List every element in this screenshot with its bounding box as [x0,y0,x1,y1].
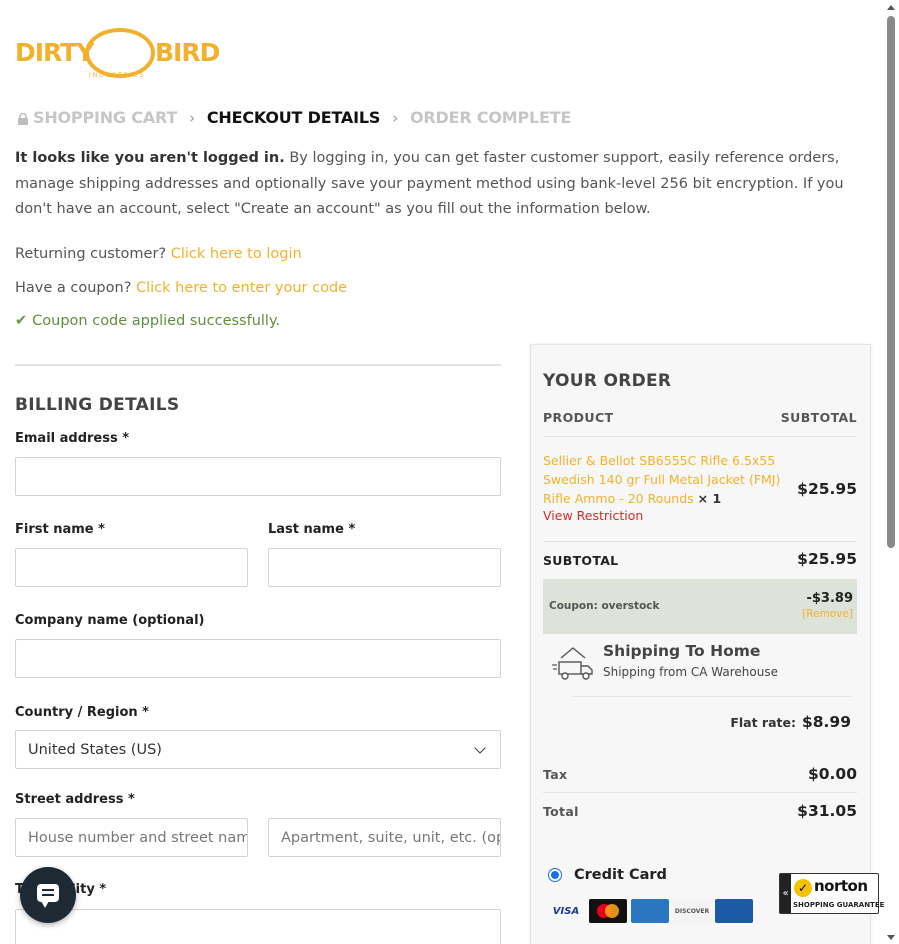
chat-button[interactable] [20,867,76,923]
order-divider [543,792,857,793]
visa-card-icon: VISA [552,905,580,917]
checkout-breadcrumb: SHOPPING CART › CHECKOUT DETAILS › ORDER… [17,108,571,127]
last-name-label: Last name * [268,522,356,537]
country-select-value: United States (US) [28,741,162,758]
street-label: Street address * [15,792,135,807]
flat-rate-row: Flat rate: $8.99 [730,713,851,731]
breadcrumb-order-complete: ORDER COMPLETE [410,108,572,127]
subtotal-column-header: SUBTOTAL [780,410,857,425]
email-field[interactable] [15,457,501,496]
norton-check-icon: ✓ [794,879,812,897]
checkmark-icon: ✔ [15,313,28,329]
order-item: Sellier & Bellot SB6555C Rifle 6.5x55 Sw… [543,451,783,508]
product-column-header: PRODUCT [543,410,614,425]
company-label: Company name (optional) [15,613,205,628]
flat-rate-label: Flat rate: [730,715,796,730]
norton-subtitle: SHOPPING GUARANTEE [793,901,885,909]
breadcrumb-shopping-cart[interactable]: SHOPPING CART [33,108,177,127]
flat-rate-value: $8.99 [801,713,851,731]
street-address-2-placeholder: Apartment, suite, unit, etc. (opti [281,829,501,846]
coupon-prompt-text: Have a coupon? [15,280,136,296]
checkout-page: DIRTY BIRD INDUSTRIES SHOPPING CART › CH… [0,0,884,944]
order-item-quantity: × 1 [697,491,722,506]
breadcrumb-checkout-details[interactable]: CHECKOUT DETAILS [207,108,381,127]
discover-card-icon: DISCOVER [673,899,711,923]
tax-label: Tax [543,767,568,782]
total-value: $31.05 [797,802,857,820]
coupon-success-message: ✔ Coupon code applied successfully. [15,313,280,329]
coupon-row: Coupon: overstock -$3.89 [Remove] [543,579,857,634]
amex-card-icon [631,899,669,923]
shipping-method-subtitle: Shipping from CA Warehouse [603,665,778,679]
scroll-up-arrow-icon[interactable] [887,5,895,10]
first-name-label: First name * [15,522,105,537]
order-summary-title: YOUR ORDER [543,371,672,391]
street-address-1-field[interactable]: House number and street name [15,818,248,857]
street-address-1-placeholder: House number and street name [28,829,248,846]
order-item-price: $25.95 [797,480,857,498]
diners-club-card-icon [715,899,753,923]
view-restriction-link[interactable]: View Restriction [543,508,643,523]
company-field[interactable] [15,639,501,678]
coupon-discount: -$3.89 [806,591,853,606]
order-divider [543,541,857,542]
last-name-field[interactable] [268,548,501,587]
mastercard-circles-icon [597,904,619,918]
login-notice-bold: It looks like you aren't logged in. [15,150,285,166]
remove-coupon-link[interactable]: [Remove] [802,608,853,620]
order-item-name[interactable]: Sellier & Bellot SB6555C Rifle 6.5x55 Sw… [543,453,780,506]
coupon-prompt-line: Have a coupon? Click here to enter your … [15,280,347,296]
credit-card-label[interactable]: Credit Card [574,867,667,883]
breadcrumb-separator-icon: › [189,108,195,127]
login-link[interactable]: Click here to login [171,246,302,262]
subtotal-label: SUBTOTAL [543,553,619,568]
lock-icon [18,112,28,125]
billing-divider [15,364,501,366]
accepted-cards: VISA DISCOVER [547,899,753,923]
returning-customer-line: Returning customer? Click here to login [15,246,302,262]
scroll-down-arrow-icon[interactable] [887,935,895,940]
logo-text-right: BIRD [155,38,220,67]
scrollbar-thumb[interactable] [887,16,895,548]
login-notice: It looks like you aren't logged in. By l… [15,146,875,223]
subtotal-value: $25.95 [797,550,857,568]
logo-monogram-ring [85,28,155,78]
country-select[interactable]: United States (US) [15,730,501,769]
credit-card-radio[interactable] [548,868,562,882]
order-summary: YOUR ORDER PRODUCT SUBTOTAL Sellier & Be… [530,344,871,944]
breadcrumb-separator-icon: › [392,108,398,127]
first-name-field[interactable] [15,548,248,587]
brand-logo[interactable]: DIRTY BIRD INDUSTRIES [15,26,220,86]
logo-text-left: DIRTY [15,38,94,67]
collapse-badge-icon[interactable]: « [780,874,791,913]
page-scrollbar[interactable] [884,0,899,944]
enter-coupon-link[interactable]: Click here to enter your code [136,280,347,296]
email-label: Email address * [15,431,130,446]
mastercard-card-icon [589,899,627,923]
country-label: Country / Region * [15,705,149,720]
street-address-2-field[interactable]: Apartment, suite, unit, etc. (opti [268,818,501,857]
delivery-truck-icon [552,647,593,680]
coupon-label: Coupon: overstock [549,600,660,612]
norton-logo-text: norton [814,877,868,895]
returning-customer-text: Returning customer? [15,246,171,262]
total-label: Total [543,804,579,819]
tax-value: $0.00 [807,765,857,783]
town-field[interactable] [15,909,501,944]
shipping-method-title: Shipping To Home [603,642,761,660]
billing-details-heading: BILLING DETAILS [15,395,180,415]
order-divider [573,696,851,697]
chevron-down-icon [474,741,486,754]
norton-badge[interactable]: « ✓ norton SHOPPING GUARANTEE [779,873,884,914]
order-divider [543,436,857,437]
logo-subtitle: INDUSTRIES [89,72,146,79]
coupon-success-text: Coupon code applied successfully. [32,313,281,329]
chat-bubble-icon [37,884,59,908]
